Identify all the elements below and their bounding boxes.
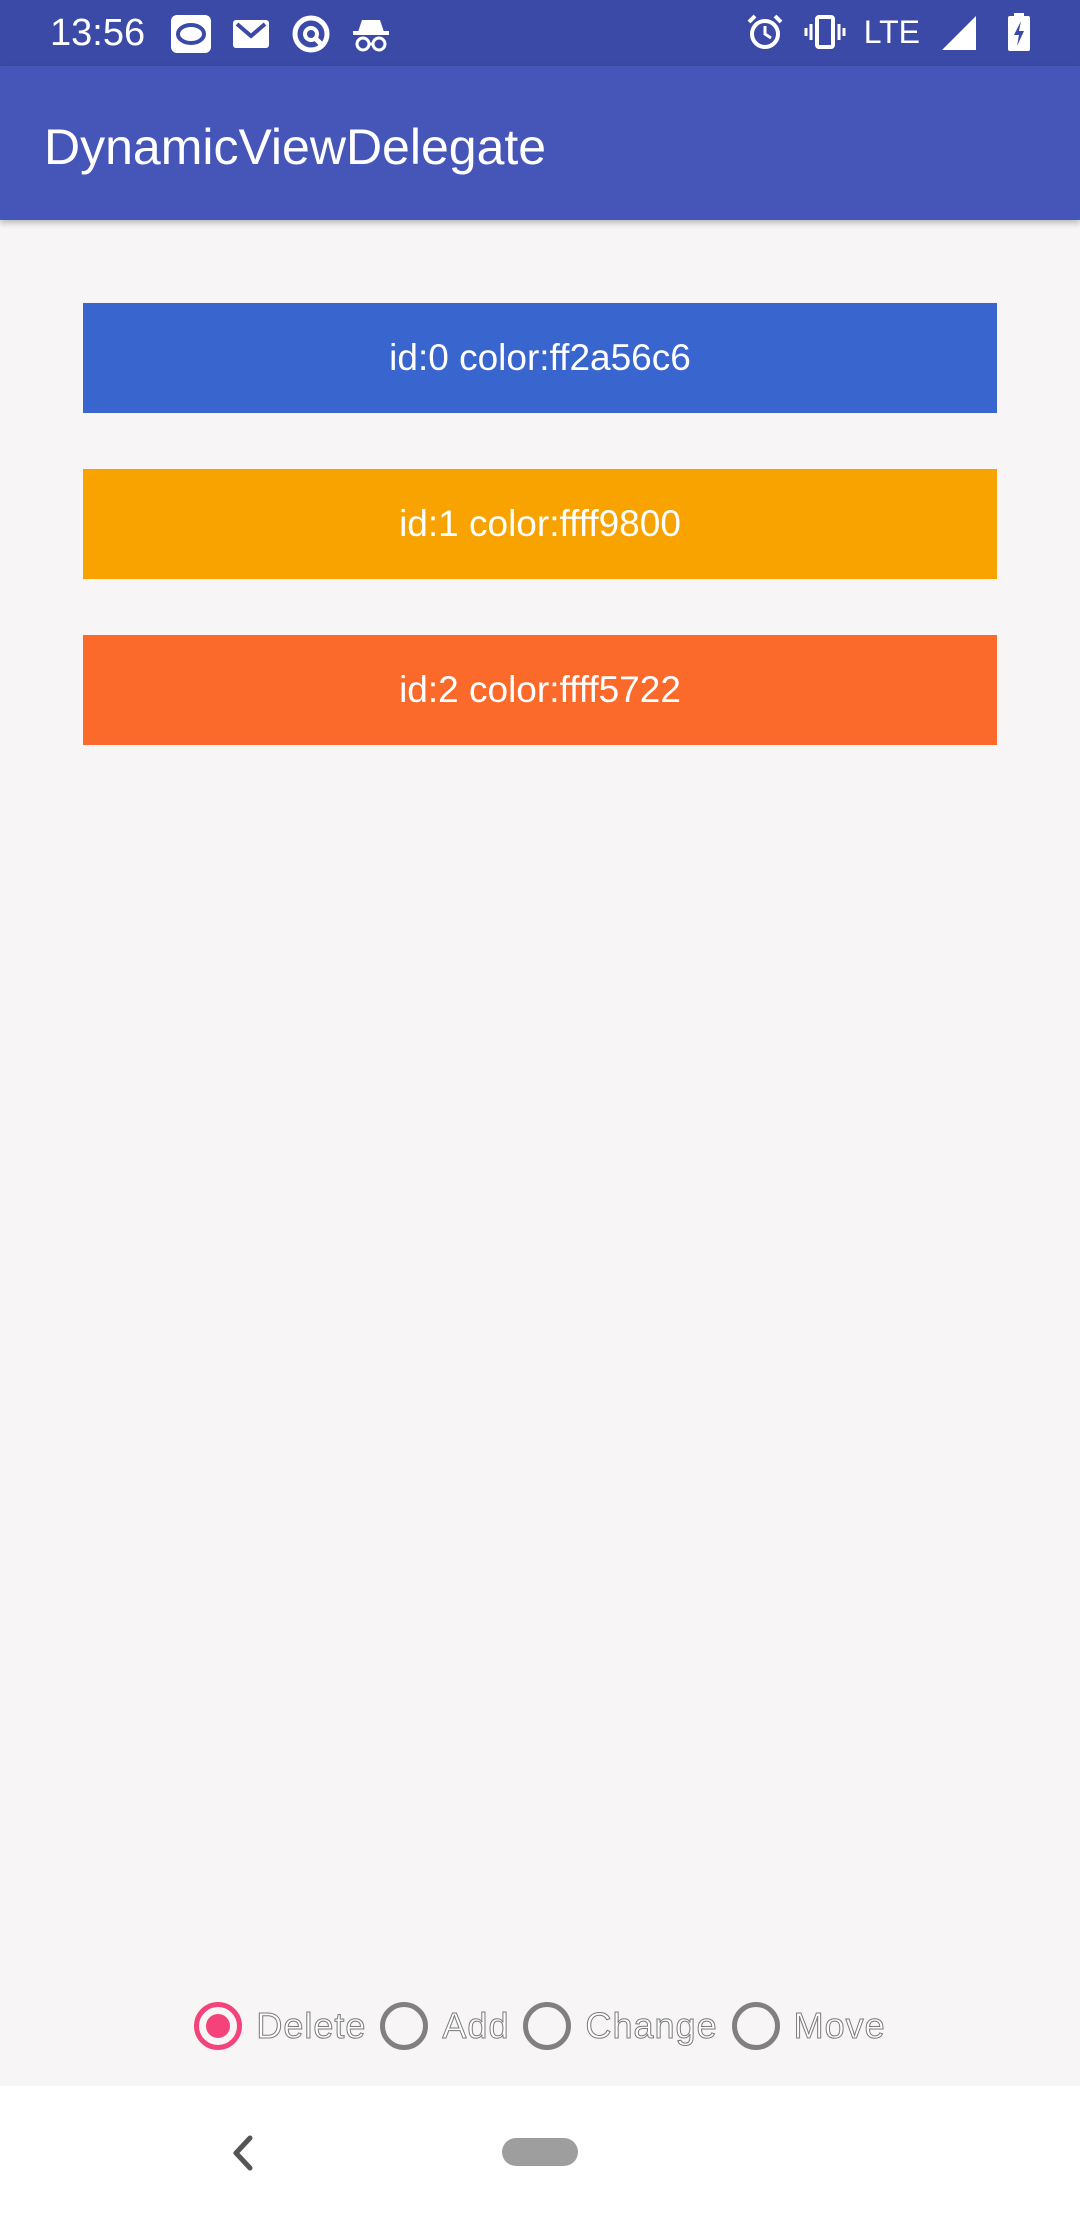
- sync-icon: [170, 14, 212, 54]
- gmail-icon: [230, 14, 272, 54]
- signal-icon: [938, 12, 980, 52]
- radio-label: Move: [793, 2005, 886, 2047]
- radio-button-unchecked-icon[interactable]: [523, 2002, 572, 2050]
- radio-button-checked-icon[interactable]: [194, 2002, 243, 2050]
- back-icon[interactable]: [222, 2126, 262, 2180]
- list-item[interactable]: id:2 color:ffff5722: [83, 635, 997, 745]
- radio-label: Change: [585, 2005, 718, 2047]
- alarm-icon: [744, 12, 786, 52]
- navigation-bar: [0, 2086, 1080, 2220]
- vpn-icon: [290, 14, 332, 54]
- app-bar: DynamicViewDelegate: [0, 66, 1080, 220]
- network-type: LTE: [863, 14, 920, 50]
- radio-change[interactable]: Change: [523, 2002, 717, 2050]
- dynamic-view-list: id:0 color:ff2a56c6 id:1 color:ffff9800 …: [83, 303, 997, 801]
- app-title: DynamicViewDelegate: [44, 119, 547, 175]
- list-item[interactable]: id:1 color:ffff9800: [83, 469, 997, 579]
- radio-move[interactable]: Move: [731, 2002, 886, 2050]
- status-time: 13:56: [50, 12, 146, 54]
- home-pill-icon[interactable]: [502, 2138, 578, 2166]
- list-item-label: id:1 color:ffff9800: [399, 503, 681, 544]
- radio-add[interactable]: Add: [380, 2002, 509, 2050]
- radio-dot: [206, 2014, 231, 2038]
- action-radio-group: Delete Add Change Move: [0, 1976, 1080, 2076]
- list-item-label: id:2 color:ffff5722: [399, 669, 681, 710]
- incognito-icon: [350, 14, 392, 54]
- status-bar: 13:56 LTE: [0, 0, 1080, 66]
- battery-charging-icon: [998, 12, 1040, 52]
- status-system-icons: LTE: [744, 12, 1040, 52]
- radio-button-unchecked-icon[interactable]: [380, 2002, 429, 2050]
- list-item-label: id:0 color:ff2a56c6: [389, 337, 691, 378]
- list-item[interactable]: id:0 color:ff2a56c6: [83, 303, 997, 413]
- radio-label: Add: [442, 2005, 510, 2047]
- status-notification-icons: [170, 14, 392, 54]
- content-area: id:0 color:ff2a56c6 id:1 color:ffff9800 …: [0, 220, 1080, 2086]
- vibrate-icon: [804, 12, 846, 52]
- radio-button-unchecked-icon[interactable]: [731, 2002, 780, 2050]
- radio-delete[interactable]: Delete: [194, 2002, 366, 2050]
- radio-label: Delete: [256, 2005, 367, 2047]
